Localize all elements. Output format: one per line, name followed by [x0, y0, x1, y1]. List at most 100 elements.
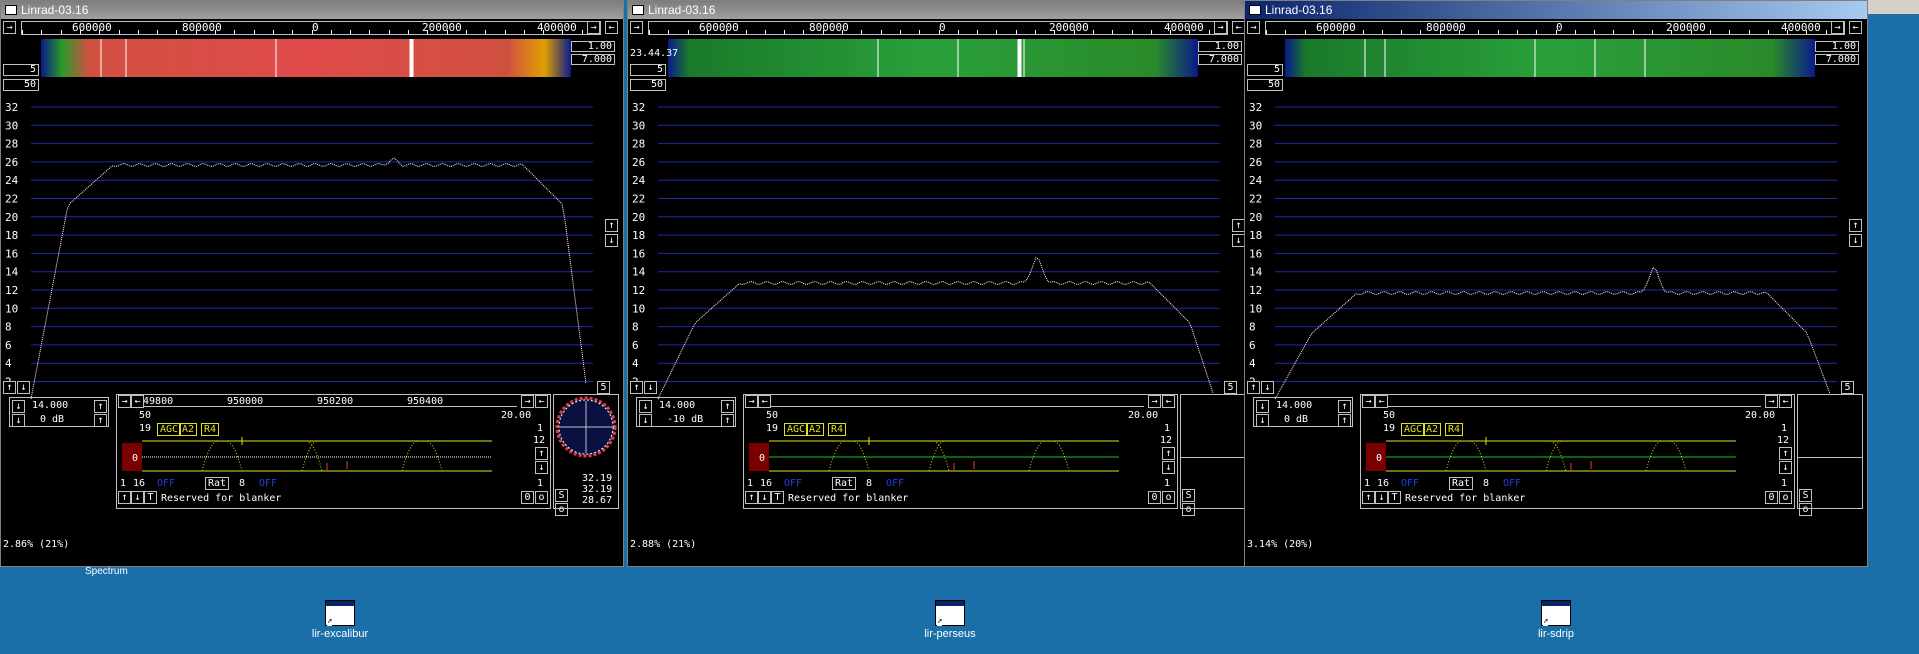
waterfall-left-value[interactable]: 5 [3, 64, 39, 76]
bb-down-button[interactable]: ↓ [1162, 461, 1175, 474]
bb-nr-value[interactable]: 19 [766, 423, 778, 434]
window-titlebar[interactable]: Linrad-03.16 [628, 1, 1250, 19]
rat-label[interactable]: Rat [205, 477, 230, 490]
linrad-window[interactable]: Linrad-03.16 → ← → 600000 800000 0 200000 400000… [0, 0, 624, 567]
waterfall-left-value[interactable]: 5 [1247, 64, 1283, 76]
bb-down-button[interactable]: ↓ [535, 461, 548, 474]
baseband-frequency-bar[interactable] [764, 396, 1144, 407]
bb-right-value[interactable]: 20.00 [1745, 410, 1775, 421]
reserved-up-button[interactable]: ↑ [1362, 491, 1375, 504]
gain-down-button[interactable]: ↓ [639, 400, 652, 413]
window-titlebar[interactable]: Linrad-03.16 [1, 1, 623, 19]
gain-value[interactable]: 14.000 [659, 400, 695, 411]
spectrum-up-button[interactable]: ↑ [630, 381, 643, 394]
gain-down-button[interactable]: ↓ [1256, 414, 1269, 427]
off-toggle-b[interactable]: OFF [259, 478, 277, 489]
bb-right-button-2[interactable]: → [521, 395, 534, 408]
reserved-down-button[interactable]: ↓ [131, 491, 144, 504]
spectrum-up-button[interactable]: ↑ [3, 381, 16, 394]
bb-right-value[interactable]: 20.00 [1128, 410, 1158, 421]
scale-down-button[interactable]: ↓ [1849, 234, 1862, 247]
bb-left-value[interactable]: 50 [1383, 410, 1395, 421]
bottom-zero-button[interactable]: 0 [1148, 491, 1161, 504]
bottom-zero-button[interactable]: 0 [521, 491, 534, 504]
waterfall-display[interactable] [668, 39, 1198, 77]
rat-label[interactable]: Rat [1449, 477, 1474, 490]
off-toggle-b[interactable]: OFF [886, 478, 904, 489]
bb-left-button[interactable]: ← [131, 395, 144, 408]
bb-left-button[interactable]: ← [1375, 395, 1388, 408]
bb-left-button-2[interactable]: ← [1779, 395, 1792, 408]
gain-down-button[interactable]: ↓ [1256, 400, 1269, 413]
window-titlebar[interactable]: Linrad-03.16 [1245, 1, 1867, 19]
bb-left-value[interactable]: 50 [139, 410, 151, 421]
bb-row-value-2[interactable]: 16 [760, 478, 772, 489]
spectrum-down-button[interactable]: ↓ [1261, 381, 1274, 394]
gain-up-button[interactable]: ↑ [721, 400, 734, 413]
gain-up-button[interactable]: ↑ [94, 400, 107, 413]
spectrum-graph[interactable]: 3230282624222018161412108642 [1247, 99, 1847, 409]
bb-right-button-2[interactable]: → [1148, 395, 1161, 408]
spectrum-down-button[interactable]: ↓ [17, 381, 30, 394]
bb-right-value[interactable]: 20.00 [501, 410, 531, 421]
db-value[interactable]: 0 dB [1284, 414, 1308, 425]
baseband-graph[interactable]: 0 [749, 435, 1129, 475]
bb-row-value-1[interactable]: 1 [1364, 478, 1370, 489]
bb-nr-value[interactable]: 19 [139, 423, 151, 434]
bb-left-button[interactable]: ← [758, 395, 771, 408]
desktop-shortcut-icon[interactable]: lir-excalibur [300, 600, 380, 640]
baseband-graph[interactable]: 0 [1366, 435, 1746, 475]
desktop-shortcut-icon[interactable]: lir-perseus [910, 600, 990, 640]
gain-up-button[interactable]: ↑ [1338, 400, 1351, 413]
bb-left-button-2[interactable]: ← [535, 395, 548, 408]
bb-down-button[interactable]: ↓ [1779, 461, 1792, 474]
scale-up-button[interactable]: ↑ [1849, 219, 1862, 232]
waterfall-display[interactable] [1285, 39, 1815, 77]
frequency-scale[interactable]: 600000 800000 0 200000 400000 [21, 21, 601, 35]
waterfall-top-value[interactable]: 1.00 [1815, 41, 1859, 52]
bb-nr-value[interactable]: 19 [1383, 423, 1395, 434]
bb-right-button-2[interactable]: → [1765, 395, 1778, 408]
gain-value[interactable]: 14.000 [32, 400, 68, 411]
scroll-right-button[interactable]: → [1247, 21, 1260, 34]
off-toggle-b[interactable]: OFF [1503, 478, 1521, 489]
waterfall-top-value[interactable]: 1.00 [1198, 41, 1242, 52]
linrad-window[interactable]: Linrad-03.16 → ← → 600000 800000 0 200000 400000… [627, 0, 1251, 567]
gain-up-button[interactable]: ↑ [94, 414, 107, 427]
average-box[interactable]: 50 [630, 79, 666, 91]
off-toggle-a[interactable]: OFF [1401, 478, 1419, 489]
reserved-up-button[interactable]: ↑ [745, 491, 758, 504]
spectrum-scale-box[interactable]: 5 [597, 381, 610, 394]
gain-up-button[interactable]: ↑ [1338, 414, 1351, 427]
bottom-o-button[interactable]: o [1779, 491, 1792, 504]
spectrum-up-button[interactable]: ↑ [1247, 381, 1260, 394]
gain-up-button[interactable]: ↑ [721, 414, 734, 427]
scale-down-button[interactable]: ↓ [605, 234, 618, 247]
waterfall-left-value[interactable]: 5 [630, 64, 666, 76]
reserved-t-button[interactable]: T [144, 491, 157, 504]
reserved-up-button[interactable]: ↑ [118, 491, 131, 504]
bb-row-value-2[interactable]: 16 [1377, 478, 1389, 489]
gain-value[interactable]: 14.000 [1276, 400, 1312, 411]
bb-right-button[interactable]: → [118, 395, 131, 408]
db-value[interactable]: 0 dB [40, 414, 64, 425]
bb-left-button-2[interactable]: ← [1162, 395, 1175, 408]
waterfall-bottom-value[interactable]: 7.000 [571, 54, 615, 65]
gain-down-button[interactable]: ↓ [12, 400, 25, 413]
bb-right-button[interactable]: → [745, 395, 758, 408]
baseband-frequency-bar[interactable]: 949800 950000 950200 950400 [137, 396, 517, 407]
spectrum-graph[interactable]: 3230282624222018161412108642 [630, 99, 1230, 409]
scale-up-button[interactable]: ↑ [605, 219, 618, 232]
waterfall-bottom-value[interactable]: 7.000 [1198, 54, 1242, 65]
bb-up-button[interactable]: ↑ [1162, 447, 1175, 460]
rat-label[interactable]: Rat [832, 477, 857, 490]
bb-row-value-1[interactable]: 1 [747, 478, 753, 489]
waterfall-display[interactable] [41, 39, 571, 77]
desktop-shortcut-icon[interactable]: lir-sdrip [1516, 600, 1596, 640]
reserved-down-button[interactable]: ↓ [758, 491, 771, 504]
spectrum-scale-box[interactable]: 5 [1224, 381, 1237, 394]
bb-left-value[interactable]: 50 [766, 410, 778, 421]
spectrum-down-button[interactable]: ↓ [644, 381, 657, 394]
rat-value[interactable]: 8 [1483, 478, 1489, 489]
db-value[interactable]: -10 dB [667, 414, 703, 425]
